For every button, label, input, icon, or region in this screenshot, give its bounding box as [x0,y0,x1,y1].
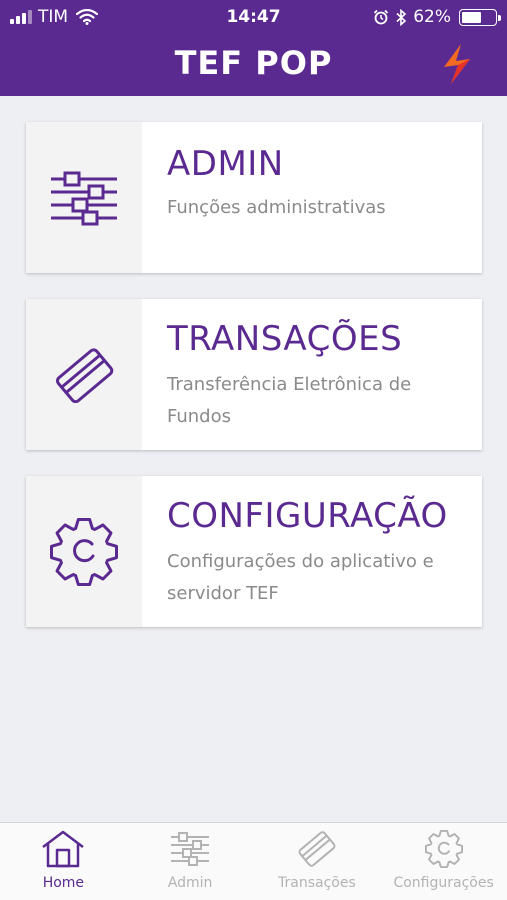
lightning-logo-icon [444,44,470,84]
gear-icon [49,517,119,586]
alarm-icon [374,9,389,25]
tab-configuracoes[interactable]: Configurações [380,823,507,900]
admin-card-icon-area [26,122,142,273]
battery-level-fill [462,11,481,23]
bottom-tab-bar: Home Admin Transações Configurações [0,822,507,900]
transacoes-card-title: TRANSAÇÕES [167,319,403,359]
configuracao-card-description: Configurações do aplicativo e servidor T… [167,551,434,604]
status-bar: TIM 14:47 62% [0,0,507,34]
tab-home[interactable]: Home [0,823,127,900]
battery-percentage: 62% [413,7,451,27]
admin-card[interactable]: ADMIN Funções administrativas [26,122,482,273]
app-title: TEF POP [174,44,333,82]
credit-card-icon [55,347,114,403]
home-icon [42,830,85,868]
gear-icon [424,829,463,869]
transacoes-card-icon-area [26,299,142,450]
configuracao-card-icon-area [26,476,142,627]
status-right: 62% [373,7,501,27]
sliders-icon [51,171,117,225]
battery-icon [459,8,501,26]
transacoes-card[interactable]: TRANSAÇÕES Transferência Eletrônica de F… [26,299,482,450]
bluetooth-icon [396,8,407,26]
tab-configuracoes-label: Configurações [393,875,494,891]
configuracao-card[interactable]: CONFIGURAÇÃO Configurações do aplicativo… [26,476,482,627]
tab-admin[interactable]: Admin [127,823,254,900]
transacoes-card-description: Transferência Eletrônica de Fundos [167,374,412,427]
admin-card-description: Funções administrativas [167,197,386,218]
app-header: TIM 14:47 62% TEF POP [0,0,507,96]
tab-transacoes-label: Transações [278,875,356,891]
tab-transacoes[interactable]: Transações [254,823,381,900]
configuracao-card-title: CONFIGURAÇÃO [167,496,448,536]
tab-home-label: Home [42,875,85,891]
sliders-icon [171,832,210,866]
credit-card-icon [298,831,336,867]
admin-card-title: ADMIN [167,144,284,184]
tab-admin-label: Admin [167,875,213,891]
